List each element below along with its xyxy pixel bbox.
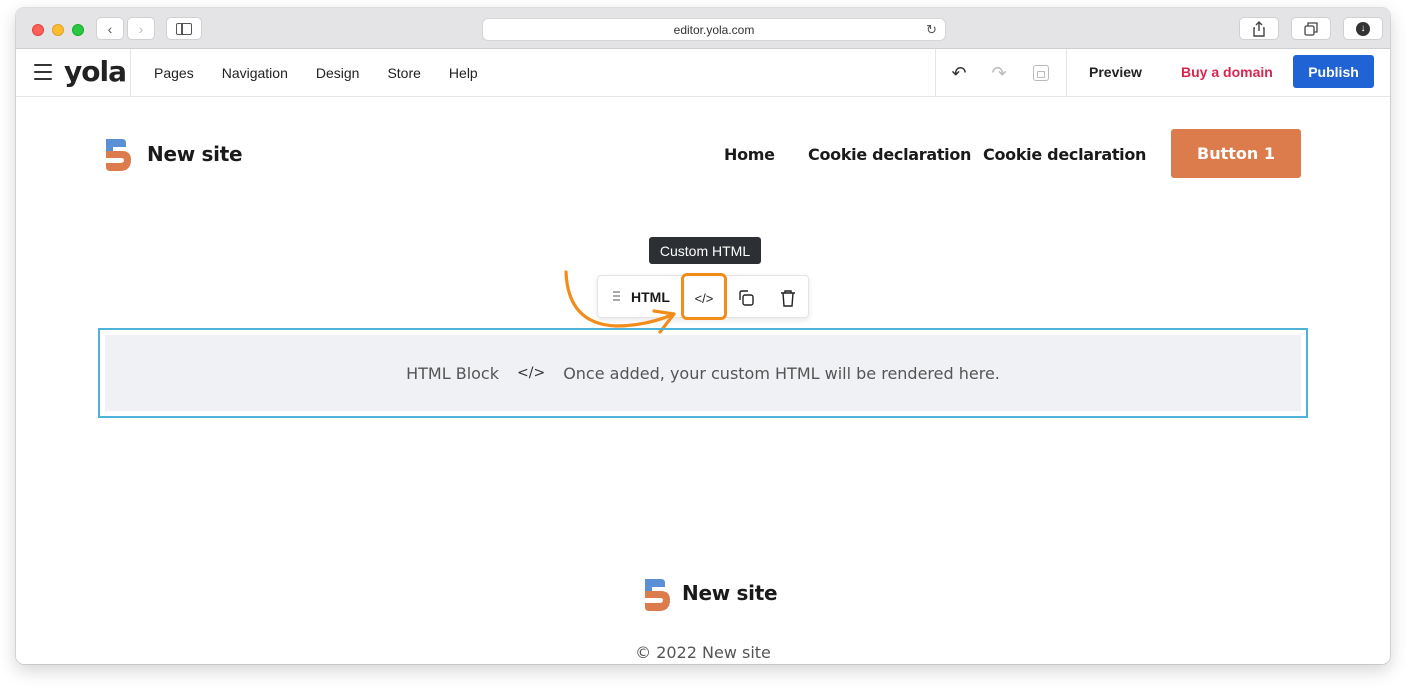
address-bar[interactable]: editor.yola.com ↻ <box>482 18 946 41</box>
footer-site-title: New site <box>682 581 778 605</box>
custom-html-tooltip: Custom HTML <box>649 237 761 264</box>
toolbar-divider <box>1066 49 1067 97</box>
menu-item-design[interactable]: Design <box>316 65 360 81</box>
toolbar-divider <box>935 49 936 97</box>
html-block[interactable]: HTML Block </> Once added, your custom H… <box>98 328 1308 418</box>
chevron-right-icon: › <box>138 20 144 37</box>
save-button[interactable] <box>1030 62 1052 84</box>
tabs-overview-button[interactable] <box>1291 17 1331 40</box>
chevron-left-icon: ‹ <box>107 20 113 37</box>
code-icon: </> <box>517 365 546 381</box>
tabs-icon <box>1304 21 1318 36</box>
url-text: editor.yola.com <box>673 22 755 37</box>
share-button[interactable] <box>1239 17 1279 40</box>
publish-button[interactable]: Publish <box>1293 55 1374 88</box>
zoom-window-button[interactable] <box>72 24 84 36</box>
buy-domain-link[interactable]: Buy a domain <box>1181 64 1273 80</box>
downloads-button[interactable]: ↓ <box>1343 17 1383 40</box>
html-block-message: Once added, your custom HTML will be ren… <box>563 363 1000 383</box>
toolbar-divider <box>130 49 131 97</box>
download-icon: ↓ <box>1356 21 1370 36</box>
html-block-label: HTML Block <box>406 363 499 383</box>
site-logo-icon <box>106 139 131 171</box>
reload-icon[interactable]: ↻ <box>926 22 937 38</box>
duplicate-icon[interactable] <box>736 288 756 308</box>
html-block-placeholder: HTML Block </> Once added, your custom H… <box>105 335 1301 411</box>
code-button-highlight <box>681 273 727 320</box>
footer-logo-icon <box>645 579 670 611</box>
site-nav-cookie-declaration-2[interactable]: Cookie declaration <box>983 145 1146 164</box>
menu-item-store[interactable]: Store <box>387 65 420 81</box>
site-nav-cookie-declaration[interactable]: Cookie declaration <box>808 145 971 164</box>
menu-item-navigation[interactable]: Navigation <box>222 65 288 81</box>
yola-logo: yola <box>64 55 127 88</box>
menu-item-help[interactable]: Help <box>449 65 478 81</box>
undo-icon[interactable]: ↶ <box>948 62 970 84</box>
share-icon <box>1253 20 1265 37</box>
editor-menu: Pages Navigation Design Store Help <box>154 49 506 97</box>
sidebar-toggle-button[interactable] <box>166 17 202 40</box>
close-window-button[interactable] <box>32 24 44 36</box>
preview-button[interactable]: Preview <box>1089 64 1142 80</box>
forward-button[interactable]: › <box>127 17 155 40</box>
site-title[interactable]: New site <box>147 142 243 166</box>
browser-chrome: ‹ › editor.yola.com ↻ ↓ <box>16 8 1390 49</box>
sidebar-icon <box>176 22 192 35</box>
site-nav-home[interactable]: Home <box>724 145 775 164</box>
menu-item-pages[interactable]: Pages <box>154 65 194 81</box>
hamburger-menu-icon[interactable] <box>34 64 52 80</box>
back-button[interactable]: ‹ <box>96 17 124 40</box>
trash-icon[interactable] <box>778 288 798 308</box>
editor-toolbar: yola Pages Navigation Design Store Help … <box>16 49 1390 97</box>
site-button-1[interactable]: Button 1 <box>1171 129 1301 178</box>
save-icon <box>1033 65 1049 81</box>
redo-icon[interactable]: ↷ <box>988 62 1010 84</box>
browser-window: ‹ › editor.yola.com ↻ ↓ yola Pages Navig… <box>16 8 1390 664</box>
footer-copyright: © 2022 New site <box>635 643 771 662</box>
minimize-window-button[interactable] <box>52 24 64 36</box>
